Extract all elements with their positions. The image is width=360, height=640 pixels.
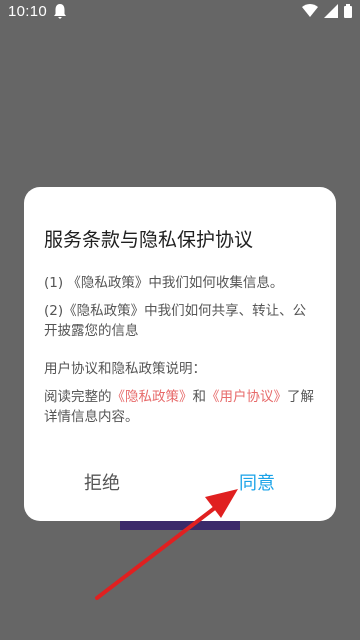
privacy-policy-link[interactable]: 《隐私政策》 xyxy=(112,389,193,405)
status-time: 10:10 xyxy=(8,3,48,20)
decline-button[interactable]: 拒绝 xyxy=(84,469,120,495)
and-text: 和 xyxy=(192,389,207,405)
status-icons xyxy=(302,4,352,18)
privacy-item-2: (2)《隐私政策》中我们如何共享、转让、公开披露您的信息 xyxy=(44,303,307,339)
battery-icon xyxy=(344,4,352,18)
read-full-text: 阅读完整的《隐私政策》和《用户协议》了解详情信息内容。 xyxy=(44,387,318,427)
signal-icon xyxy=(324,4,338,18)
background-bar xyxy=(120,520,240,530)
privacy-item-1: (1) 《隐私政策》中我们如何收集信息。 xyxy=(44,275,284,291)
agree-button[interactable]: 同意 xyxy=(239,469,275,495)
dialog-title: 服务条款与隐私保护协议 xyxy=(44,229,254,251)
read-prefix: 阅读完整的 xyxy=(44,389,112,405)
status-bar: 10:10 xyxy=(0,0,360,24)
privacy-dialog: 服务条款与隐私保护协议 (1) 《隐私政策》中我们如何收集信息。 (2)《隐私政… xyxy=(24,187,336,521)
user-agreement-link[interactable]: 《用户协议》 xyxy=(206,389,287,405)
notification-icon xyxy=(53,3,67,19)
wifi-icon xyxy=(302,4,318,18)
section-heading: 用户协议和隐私政策说明： xyxy=(44,361,206,377)
